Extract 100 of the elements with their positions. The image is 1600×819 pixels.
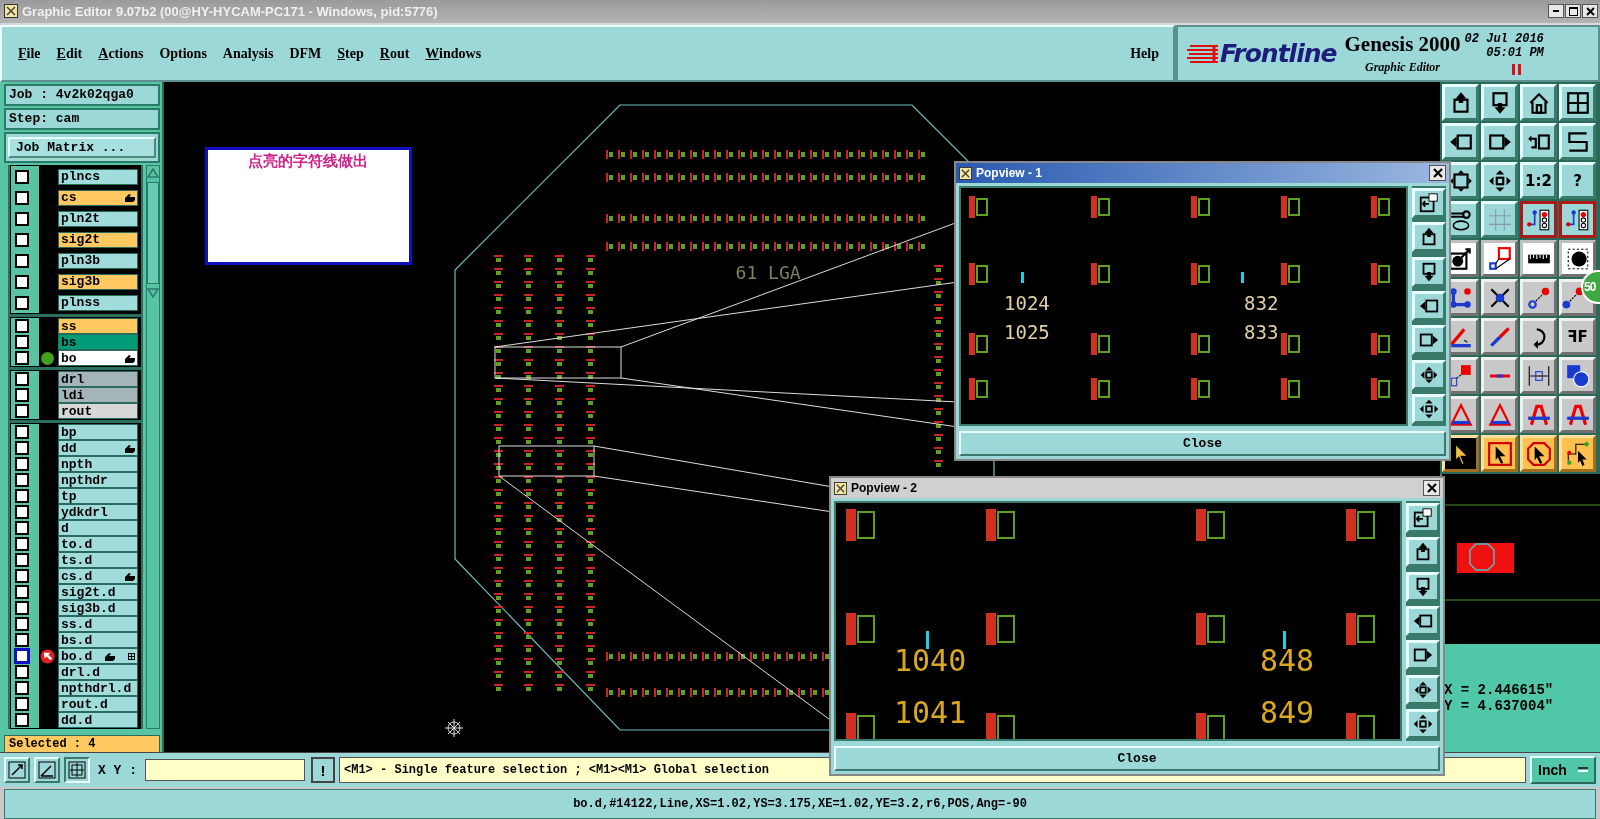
layer-checkbox[interactable] bbox=[15, 425, 29, 440]
layer-checkbox[interactable] bbox=[15, 351, 29, 366]
tool-button[interactable] bbox=[1559, 201, 1596, 239]
layer-checkbox[interactable] bbox=[15, 372, 29, 387]
layer-name[interactable]: ydkdrl bbox=[58, 504, 138, 521]
view-button[interactable] bbox=[1412, 222, 1446, 253]
layer-checkbox[interactable] bbox=[15, 713, 29, 728]
layer-name[interactable]: bs bbox=[58, 334, 138, 351]
layer-checkbox[interactable] bbox=[15, 665, 29, 680]
tool-button[interactable] bbox=[1559, 240, 1596, 278]
layer-checkbox[interactable] bbox=[15, 569, 29, 584]
menu-item[interactable]: Options bbox=[159, 45, 207, 62]
layer-name[interactable]: npth bbox=[58, 456, 138, 473]
help-menu[interactable]: Help bbox=[1130, 45, 1159, 62]
layer-checkbox[interactable] bbox=[15, 473, 29, 488]
layer-name[interactable]: bp bbox=[58, 424, 138, 441]
minimize-button[interactable] bbox=[1548, 4, 1564, 19]
view-button[interactable] bbox=[1412, 393, 1446, 424]
layer-name[interactable]: sig3b.d bbox=[58, 600, 138, 617]
layer-name[interactable]: drl bbox=[58, 371, 138, 388]
close-button[interactable]: Close bbox=[959, 431, 1446, 456]
layer-name[interactable]: rout.d bbox=[58, 696, 138, 713]
layer-checkbox[interactable] bbox=[15, 553, 29, 568]
layer-checkbox[interactable] bbox=[15, 295, 29, 310]
layer-name[interactable]: cs bbox=[58, 189, 138, 206]
view-button[interactable] bbox=[1412, 359, 1446, 390]
view-button[interactable] bbox=[1406, 708, 1440, 739]
layer-name[interactable]: bs.d bbox=[58, 632, 138, 649]
layer-checkbox[interactable] bbox=[15, 211, 29, 226]
layer-name[interactable]: to.d bbox=[58, 536, 138, 553]
view-button[interactable] bbox=[1412, 325, 1446, 356]
tool-button[interactable]: 1:2 bbox=[1520, 162, 1557, 200]
layer-checkbox[interactable] bbox=[15, 388, 29, 403]
layer-name[interactable]: bo bbox=[58, 350, 138, 367]
menu-item[interactable]: Step bbox=[337, 45, 364, 62]
layer-name[interactable]: drl.d bbox=[58, 664, 138, 681]
close-button[interactable] bbox=[1423, 480, 1440, 496]
layer-name[interactable]: ts.d bbox=[58, 552, 138, 569]
close-button[interactable]: Close bbox=[834, 746, 1440, 771]
layer-checkbox[interactable] bbox=[15, 681, 29, 696]
layer-checkbox[interactable] bbox=[15, 169, 29, 184]
tool-button[interactable] bbox=[1520, 201, 1557, 239]
layer-name[interactable]: plnss bbox=[58, 294, 138, 311]
layer-name[interactable]: dd.d bbox=[58, 712, 138, 729]
menu-item[interactable]: DFM bbox=[289, 45, 322, 62]
layer-name[interactable]: ldi bbox=[58, 387, 138, 404]
view-button[interactable] bbox=[1406, 571, 1440, 602]
tool-button[interactable] bbox=[1520, 240, 1557, 278]
layer-name[interactable]: ss.d bbox=[58, 616, 138, 633]
layer-checkbox[interactable] bbox=[15, 457, 29, 472]
layer-checkbox[interactable] bbox=[15, 505, 29, 520]
alert-button[interactable]: ! bbox=[311, 757, 335, 784]
layer-checkbox[interactable] bbox=[15, 232, 29, 247]
menu-item[interactable]: Rout bbox=[379, 45, 410, 62]
layer-name[interactable]: pln2t bbox=[58, 210, 138, 227]
layer-name[interactable]: npthdrl.d bbox=[58, 680, 138, 697]
layer-name[interactable]: dd bbox=[58, 440, 138, 457]
layer-checkbox[interactable] bbox=[15, 521, 29, 536]
layer-name[interactable]: pln3b bbox=[58, 252, 138, 269]
coordinate-input[interactable] bbox=[145, 759, 305, 782]
scrollbar[interactable] bbox=[145, 165, 160, 730]
menu-item[interactable]: Actions bbox=[98, 45, 144, 62]
maximize-button[interactable] bbox=[1565, 4, 1581, 19]
layer-checkbox[interactable] bbox=[15, 253, 29, 268]
view-button[interactable] bbox=[1406, 537, 1440, 568]
layer-checkbox[interactable] bbox=[15, 441, 29, 456]
layer-checkbox[interactable] bbox=[15, 697, 29, 712]
layer-checkbox[interactable] bbox=[15, 633, 29, 648]
view-button[interactable] bbox=[1412, 291, 1446, 321]
layer-name[interactable]: plncs bbox=[58, 168, 138, 185]
menu-item[interactable]: Edit bbox=[56, 45, 83, 62]
layer-name[interactable]: bo.d bbox=[58, 648, 138, 665]
tool-button[interactable] bbox=[1481, 240, 1518, 278]
view-button[interactable] bbox=[1412, 256, 1446, 287]
menu-item[interactable]: Analysis bbox=[222, 45, 274, 62]
layer-name[interactable]: sig2t bbox=[58, 231, 138, 248]
layer-checkbox[interactable] bbox=[15, 601, 29, 616]
scroll-thumb[interactable] bbox=[146, 182, 159, 285]
layer-name[interactable]: cs.d bbox=[58, 568, 138, 585]
layer-checkbox[interactable] bbox=[15, 404, 29, 419]
view-button[interactable] bbox=[1412, 188, 1446, 218]
tool-button[interactable]: ? bbox=[1559, 162, 1596, 200]
toolbar-button[interactable] bbox=[64, 757, 90, 784]
layer-checkbox[interactable] bbox=[15, 190, 29, 205]
layer-checkbox[interactable] bbox=[15, 319, 29, 334]
view-button[interactable] bbox=[1406, 606, 1440, 636]
layer-name[interactable]: tp bbox=[58, 488, 138, 505]
layer-checkbox[interactable] bbox=[15, 649, 29, 664]
layer-checkbox[interactable] bbox=[15, 585, 29, 600]
layer-name[interactable]: sig3b bbox=[58, 273, 138, 290]
menu-item[interactable]: Windows bbox=[425, 45, 482, 62]
view-button[interactable] bbox=[1406, 674, 1440, 705]
layer-checkbox[interactable] bbox=[15, 489, 29, 504]
view-button[interactable] bbox=[1406, 503, 1440, 533]
close-button[interactable] bbox=[1582, 4, 1598, 19]
layer-name[interactable]: rout bbox=[58, 403, 138, 420]
layer-checkbox[interactable] bbox=[15, 537, 29, 552]
layer-name[interactable]: sig2t.d bbox=[58, 584, 138, 601]
view-button[interactable] bbox=[1406, 640, 1440, 671]
layer-checkbox[interactable] bbox=[15, 274, 29, 289]
